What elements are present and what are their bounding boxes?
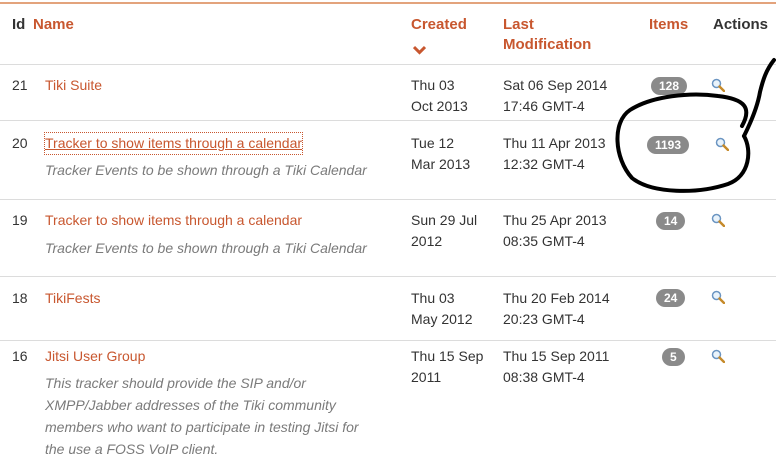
modified-line1: Thu 11 Apr 2013 bbox=[503, 135, 606, 151]
created-line1: Thu 03 bbox=[411, 290, 455, 306]
modified-date: Sat 06 Sep 2014 17:46 GMT-4 bbox=[503, 75, 633, 117]
created-line1: Sun 29 Jul bbox=[411, 212, 478, 228]
tracker-description: Tracker Events to be shown through a Tik… bbox=[45, 162, 367, 178]
magnifier-icon[interactable] bbox=[711, 349, 725, 363]
magnifier-icon[interactable] bbox=[715, 137, 729, 151]
modified-line1: Thu 25 Apr 2013 bbox=[503, 212, 607, 228]
created-date: Tue 12 Mar 2013 bbox=[411, 133, 491, 175]
modified-line2: 17:46 GMT-4 bbox=[503, 98, 585, 114]
item-count-badge[interactable]: 1193 bbox=[647, 136, 690, 154]
modified-line2: 08:38 GMT-4 bbox=[503, 369, 585, 385]
tracker-name-link[interactable]: Tiki Suite bbox=[45, 75, 102, 96]
tracker-name-link[interactable]: Tracker to show items through a calendar bbox=[43, 132, 304, 155]
created-date: Thu 03 Oct 2013 bbox=[411, 75, 491, 117]
created-date: Thu 15 Sep 2011 bbox=[411, 346, 491, 388]
modified-date: Thu 20 Feb 2014 20:23 GMT-4 bbox=[503, 288, 633, 330]
description-line: members who want to participate in testi… bbox=[45, 419, 359, 435]
table-row: 18 TikiFests Thu 03 May 2012 Thu 20 Feb … bbox=[0, 276, 776, 340]
row-id: 21 bbox=[12, 77, 28, 93]
description-line: the use a FOSS VoIP client. bbox=[45, 441, 219, 457]
created-line1: Thu 03 bbox=[411, 77, 455, 93]
magnifier-icon[interactable] bbox=[711, 78, 725, 92]
tracker-description: Tracker Events to be shown through a Tik… bbox=[45, 240, 367, 256]
created-line2: 2012 bbox=[411, 233, 443, 249]
row-id: 20 bbox=[12, 135, 28, 151]
created-line2: Oct 2013 bbox=[411, 98, 468, 114]
row-id: 16 bbox=[12, 348, 28, 364]
tracker-name-link[interactable]: Jitsi User Group bbox=[45, 346, 145, 367]
modified-line1: Sat 06 Sep 2014 bbox=[503, 77, 608, 93]
created-line1: Tue 12 bbox=[411, 135, 455, 151]
row-id: 18 bbox=[12, 290, 28, 306]
created-date: Thu 03 May 2012 bbox=[411, 288, 491, 330]
tracker-name-link[interactable]: Tracker to show items through a calendar bbox=[45, 210, 302, 231]
modified-line2: 20:23 GMT-4 bbox=[503, 311, 585, 327]
item-count-badge[interactable]: 128 bbox=[651, 77, 688, 95]
column-header-created[interactable]: Created bbox=[411, 15, 467, 55]
column-header-last-modification[interactable]: Last Modification bbox=[503, 15, 591, 55]
tracker-name-link[interactable]: TikiFests bbox=[45, 288, 100, 309]
created-line2: Mar 2013 bbox=[411, 156, 471, 172]
modified-date: Thu 25 Apr 2013 08:35 GMT-4 bbox=[503, 210, 633, 252]
column-header-actions: Actions bbox=[713, 16, 769, 33]
column-header-id[interactable]: Id bbox=[12, 15, 25, 35]
column-header-created-label: Created bbox=[411, 16, 467, 33]
table-row: 21 Tiki Suite Thu 03 Oct 2013 Sat 06 Sep… bbox=[0, 64, 776, 120]
item-count-badge[interactable]: 5 bbox=[662, 348, 685, 366]
column-header-last-modification-line2: Modification bbox=[503, 36, 592, 53]
magnifier-icon[interactable] bbox=[711, 290, 725, 304]
magnifier-icon[interactable] bbox=[711, 213, 725, 227]
created-line1: Thu 15 Sep bbox=[411, 348, 484, 364]
chevron-down-icon bbox=[413, 45, 426, 55]
item-count-badge[interactable]: 14 bbox=[656, 212, 686, 230]
column-header-last-modification-line1: Last bbox=[503, 16, 534, 33]
description-line: XMPP/Jabber addresses of the Tiki commun… bbox=[45, 397, 336, 413]
created-date: Sun 29 Jul 2012 bbox=[411, 210, 491, 252]
item-count-badge[interactable]: 24 bbox=[656, 289, 686, 307]
modified-date: Thu 15 Sep 2011 08:38 GMT-4 bbox=[503, 346, 633, 388]
created-line2: 2011 bbox=[411, 369, 442, 385]
modified-date: Thu 11 Apr 2013 12:32 GMT-4 bbox=[503, 133, 633, 175]
row-id: 19 bbox=[12, 212, 28, 228]
created-line2: May 2012 bbox=[411, 311, 473, 327]
table-row: 19 Tracker to show items through a calen… bbox=[0, 199, 776, 276]
tracker-description: This tracker should provide the SIP and/… bbox=[45, 372, 359, 460]
table-row: 20 Tracker to show items through a calen… bbox=[0, 120, 776, 199]
column-header-name[interactable]: Name bbox=[33, 15, 74, 35]
column-header-items[interactable]: Items bbox=[649, 15, 688, 35]
table-header: Id Name Created Last Modification Items … bbox=[0, 4, 776, 64]
description-line: This tracker should provide the SIP and/… bbox=[45, 375, 306, 391]
table-row: 16 Jitsi User Group This tracker should … bbox=[0, 340, 776, 474]
modified-line2: 12:32 GMT-4 bbox=[503, 156, 585, 172]
modified-line1: Thu 20 Feb 2014 bbox=[503, 290, 610, 306]
modified-line1: Thu 15 Sep 2011 bbox=[503, 348, 610, 364]
modified-line2: 08:35 GMT-4 bbox=[503, 233, 585, 249]
